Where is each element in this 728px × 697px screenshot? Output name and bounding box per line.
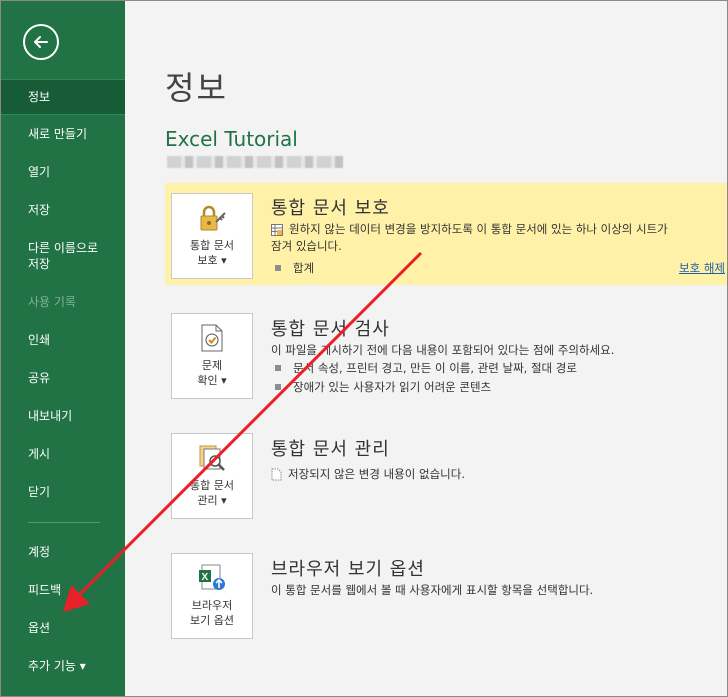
browser-view-desc: 이 통합 문서를 웹에서 볼 때 사용자에게 표시할 항목을 선택합니다. — [271, 583, 594, 597]
unprotect-link[interactable]: 보호 해제 — [679, 260, 725, 276]
inspect-item-1-label: 문서 속성, 프린터 경고, 만든 이 이름, 관련 날짜, 절대 경로 — [293, 361, 577, 375]
back-button[interactable] — [23, 24, 59, 60]
excel-web-icon: X — [199, 564, 225, 590]
info-pane: 정보 Excel Tutorial 통합 문서 보호 ▾ 통합 문서 보호 원하… — [125, 1, 727, 696]
protect-workbook-heading: 통합 문서 보호 — [271, 198, 390, 219]
browser-view-section: X 브라우저 보기 옵션 브라우저 보기 옵션 이 통합 문서를 웹에서 볼 때… — [165, 543, 727, 643]
sidebar-item-new[interactable]: 새로 만들기 — [1, 126, 125, 142]
sidebar-item-export[interactable]: 내보내기 — [1, 408, 125, 424]
sidebar-item-account[interactable]: 계정 — [1, 544, 125, 560]
svg-text:X: X — [202, 572, 209, 583]
sidebar-item-save-as[interactable]: 다른 이름으로 저장 — [1, 240, 125, 272]
inspect-workbook-heading: 통합 문서 검사 — [271, 319, 390, 340]
sidebar-item-share[interactable]: 공유 — [1, 370, 125, 386]
bullet-icon — [275, 384, 281, 390]
sidebar-item-close[interactable]: 닫기 — [1, 484, 125, 500]
backstage-window: 정보 새로 만들기 열기 저장 다른 이름으로 저장 사용 기록 인쇄 공유 내… — [0, 0, 728, 697]
inspect-workbook-desc: 이 파일을 게시하기 전에 다음 내용이 포함되어 있다는 점에 주의하세요. — [271, 343, 615, 357]
backstage-sidebar: 정보 새로 만들기 열기 저장 다른 이름으로 저장 사용 기록 인쇄 공유 내… — [1, 1, 125, 696]
sidebar-item-history: 사용 기록 — [28, 295, 76, 309]
sidebar-item-open[interactable]: 열기 — [1, 164, 125, 180]
browser-view-options-button-label: 브라우저 보기 옵션 — [190, 599, 234, 627]
protect-desc-line2: 잠겨 있습니다. — [271, 239, 342, 253]
sidebar-item-save[interactable]: 저장 — [1, 202, 125, 218]
sidebar-divider — [28, 522, 100, 523]
document-path-blurred — [167, 156, 343, 168]
bullet-icon — [275, 365, 281, 371]
browser-view-heading: 브라우저 보기 옵션 — [271, 559, 425, 580]
sidebar-item-options[interactable]: 옵션 — [1, 620, 125, 636]
document-title: Excel Tutorial — [165, 127, 298, 151]
manage-workbook-heading: 통합 문서 관리 — [271, 439, 390, 460]
sidebar-item-info[interactable]: 정보 — [1, 79, 125, 115]
protect-item: 합계 — [271, 260, 314, 277]
inspect-item-2-label: 장애가 있는 사용자가 읽기 어려운 콘텐츠 — [293, 380, 492, 394]
sheet-lock-icon — [271, 223, 283, 236]
manage-desc-text: 저장되지 않은 변경 내용이 없습니다. — [288, 467, 465, 481]
sidebar-item-publish[interactable]: 게시 — [1, 446, 125, 462]
protect-workbook-button[interactable]: 통합 문서 보호 ▾ — [171, 193, 253, 279]
manage-workbook-button[interactable]: 통합 문서 관리 ▾ — [171, 433, 253, 519]
manage-workbook-section: 통합 문서 관리 ▾ 통합 문서 관리 저장되지 않은 변경 내용이 없습니다. — [165, 423, 727, 523]
sidebar-item-feedback[interactable]: 피드백 — [1, 582, 125, 598]
manage-workbook-desc: 저장되지 않은 변경 내용이 없습니다. — [271, 466, 465, 483]
check-issues-button-label: 문제 확인 ▾ — [197, 359, 227, 387]
sidebar-item-addins[interactable]: 추가 기능 ▾ — [1, 658, 125, 674]
protect-workbook-button-label: 통합 문서 보호 ▾ — [190, 239, 234, 267]
check-issues-button[interactable]: 문제 확인 ▾ — [171, 313, 253, 399]
protect-workbook-desc: 원하지 않는 데이터 변경을 방지하도록 이 통합 문서에 있는 하나 이상의 … — [271, 221, 668, 255]
protect-workbook-section: 통합 문서 보호 ▾ 통합 문서 보호 원하지 않는 데이터 변경을 방지하도록… — [165, 183, 727, 285]
page-title: 정보 — [165, 69, 228, 107]
bullet-icon — [275, 265, 281, 271]
browser-view-options-button[interactable]: X 브라우저 보기 옵션 — [171, 553, 253, 639]
protect-item-label: 합계 — [293, 261, 315, 275]
manage-versions-icon — [199, 445, 225, 471]
inspect-item-1: 문서 속성, 프린터 경고, 만든 이 이름, 관련 날짜, 절대 경로 — [271, 360, 577, 377]
manage-workbook-button-label: 통합 문서 관리 ▾ — [190, 479, 234, 507]
inspect-item-2: 장애가 있는 사용자가 읽기 어려운 콘텐츠 — [271, 379, 491, 396]
sidebar-item-print[interactable]: 인쇄 — [1, 332, 125, 348]
back-arrow-icon — [34, 36, 48, 48]
protect-desc-line1: 원하지 않는 데이터 변경을 방지하도록 이 통합 문서에 있는 하나 이상의 … — [289, 222, 668, 236]
document-dotted-icon — [271, 468, 282, 481]
lock-key-icon — [200, 205, 226, 231]
inspect-workbook-section: 문제 확인 ▾ 통합 문서 검사 이 파일을 게시하기 전에 다음 내용이 포함… — [165, 303, 727, 403]
document-check-icon — [201, 324, 223, 352]
